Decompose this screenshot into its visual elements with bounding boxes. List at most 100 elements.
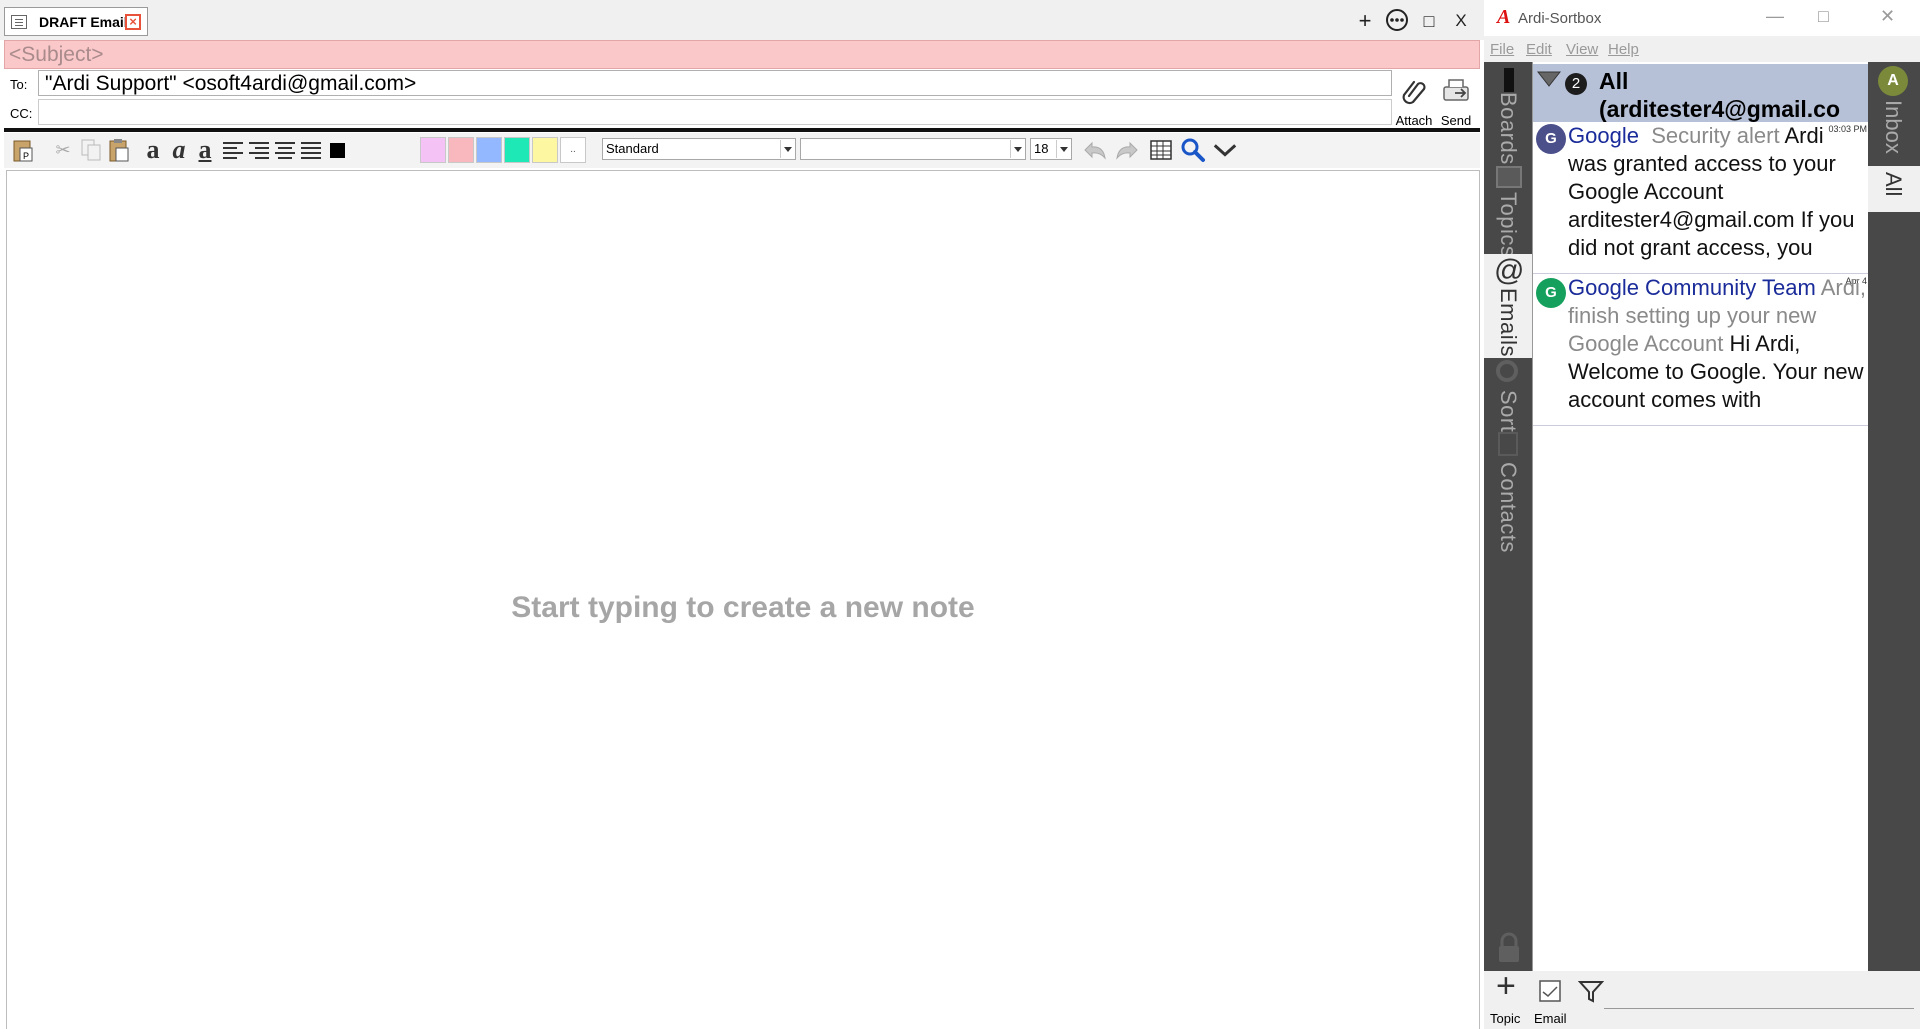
minimize-icon[interactable]: — (1766, 6, 1784, 27)
left-tab-rail: Boards Topics @ Emails Sort Contacts (1484, 62, 1532, 971)
sortbox-window: A Ardi-Sortbox — □ ✕ File Edit View Help… (1484, 0, 1920, 1029)
sortbox-titlebar: A Ardi-Sortbox — □ ✕ (1484, 0, 1920, 36)
header-divider (4, 128, 1480, 132)
add-icon[interactable]: + (1352, 8, 1378, 34)
cut-icon[interactable]: ✂ (50, 137, 76, 163)
message-body: Google Community Team Ardi, finish setti… (1568, 274, 1868, 414)
size-select-value: 18 (1034, 141, 1049, 156)
filter-icon[interactable] (1578, 979, 1604, 1005)
list-header: 2 All (arditester4@gmail.co (1533, 64, 1869, 122)
message-body: Google Security alert Ardi was granted a… (1568, 122, 1868, 262)
svg-text:P: P (23, 151, 29, 161)
menu-help[interactable]: Help (1608, 41, 1639, 58)
draft-tab[interactable]: DRAFT Email × (4, 7, 148, 36)
highlight-swatch-yellow[interactable] (532, 137, 558, 163)
highlight-swatch-red[interactable] (448, 137, 474, 163)
maximize-icon[interactable]: □ (1416, 8, 1442, 34)
filter-input[interactable] (1604, 983, 1914, 1009)
tab-inbox-label: Inbox (1881, 100, 1906, 154)
message-item[interactable]: G 03:03 PM Google Security alert Ardi wa… (1533, 122, 1869, 274)
tab-sort-label: Sort (1496, 390, 1521, 433)
close-window-icon[interactable]: X (1448, 8, 1474, 34)
message-sender: Google Community Team (1568, 275, 1816, 300)
sortbox-menubar: File Edit View Help (1484, 36, 1920, 62)
menu-file[interactable]: File (1490, 41, 1514, 58)
justify-icon[interactable] (298, 137, 324, 163)
message-subject: Security alert (1651, 123, 1780, 148)
highlight-swatch-pink[interactable] (420, 137, 446, 163)
more-colors-swatch[interactable]: .. (560, 137, 586, 163)
close-icon[interactable]: ✕ (1880, 6, 1895, 27)
plus-icon: + (1496, 967, 1516, 1005)
to-label: To: (10, 77, 28, 92)
editor-placeholder: Start typing to create a new note (511, 591, 975, 624)
close-tab-icon[interactable]: × (125, 14, 141, 30)
email-icon (1539, 980, 1561, 1002)
text-color-swatch[interactable] (324, 137, 350, 163)
highlight-swatch-blue[interactable] (476, 137, 502, 163)
tab-contacts[interactable]: Contacts (1484, 432, 1532, 582)
sortbox-title: Ardi-Sortbox (1518, 10, 1602, 27)
tab-topics[interactable]: Topics (1484, 166, 1532, 266)
boards-icon (1504, 68, 1514, 92)
maximize-icon[interactable]: □ (1818, 6, 1829, 27)
draft-tab-title: DRAFT Email (39, 13, 128, 30)
paste-icon[interactable] (106, 137, 132, 163)
lock-icon[interactable] (1496, 932, 1522, 964)
contacts-icon (1498, 432, 1518, 456)
copy-icon[interactable] (78, 137, 104, 163)
menu-view[interactable]: View (1566, 41, 1598, 58)
email-list: 2 All (arditester4@gmail.co G 03:03 PM G… (1532, 62, 1869, 971)
tab-topics-label: Topics (1496, 192, 1521, 258)
filter-icon[interactable] (1537, 70, 1561, 90)
new-topic-button[interactable]: + Topic (1488, 967, 1528, 1029)
send-icon (1443, 79, 1469, 101)
chevron-down-icon (1010, 140, 1024, 158)
size-select[interactable]: 18 (1030, 138, 1072, 160)
tab-all[interactable]: All (1868, 166, 1920, 212)
paste-plain-icon[interactable]: P (10, 137, 36, 163)
attach-button[interactable]: Attach (1390, 74, 1438, 128)
underline-icon[interactable]: a (192, 135, 218, 164)
send-button[interactable]: Send (1432, 74, 1480, 128)
italic-icon[interactable]: a (166, 135, 192, 164)
tab-emails[interactable]: @ Emails (1484, 254, 1532, 358)
ardi-logo: A (1497, 6, 1511, 28)
redo-icon[interactable] (1114, 137, 1140, 163)
email-body-editor[interactable]: Start typing to create a new note (6, 170, 1480, 1029)
align-right-icon[interactable] (246, 137, 272, 163)
new-email-button[interactable]: Email (1532, 971, 1572, 1029)
menu-edit[interactable]: Edit (1526, 41, 1552, 58)
paperclip-icon (1402, 80, 1426, 105)
message-item[interactable]: G Apr 4 Google Community Team Ardi, fini… (1533, 274, 1869, 426)
expand-toolbar-icon[interactable] (1212, 137, 1238, 163)
table-icon[interactable] (1148, 137, 1174, 163)
tab-boards-label: Boards (1496, 92, 1521, 165)
formatting-toolbar: P ✂ a a a .. Standard 18 (4, 133, 1480, 168)
right-tab-rail: A Inbox All (1868, 62, 1920, 971)
more-options-icon[interactable] (1384, 8, 1410, 34)
align-left-icon[interactable] (220, 137, 246, 163)
attach-label: Attach (1395, 113, 1433, 128)
tab-boards[interactable]: Boards (1484, 62, 1532, 176)
message-count-badge: 2 (1565, 73, 1587, 95)
to-field[interactable]: "Ardi Support" <osoft4ardi@gmail.com> (38, 70, 1392, 96)
sort-magnifier-icon (1496, 360, 1518, 382)
font-select[interactable] (800, 138, 1026, 160)
message-sender: Google (1568, 123, 1639, 148)
undo-icon[interactable] (1082, 137, 1108, 163)
subject-input[interactable]: <Subject> (4, 40, 1480, 69)
style-select[interactable]: Standard (602, 138, 796, 160)
style-select-value: Standard (606, 141, 659, 156)
search-icon[interactable] (1180, 137, 1206, 163)
account-avatar[interactable]: A (1878, 66, 1908, 96)
chevron-down-icon (1056, 140, 1070, 158)
align-center-icon[interactable] (272, 137, 298, 163)
sortbox-bottom-bar: + Topic Email (1484, 967, 1920, 1029)
cc-field[interactable] (38, 99, 1392, 125)
list-title-line2: (arditester4@gmail.co (1599, 96, 1841, 122)
tab-emails-label: Emails (1496, 288, 1521, 358)
bold-icon[interactable]: a (140, 135, 166, 164)
at-sign-icon: @ (1494, 254, 1525, 287)
highlight-swatch-green[interactable] (504, 137, 530, 163)
